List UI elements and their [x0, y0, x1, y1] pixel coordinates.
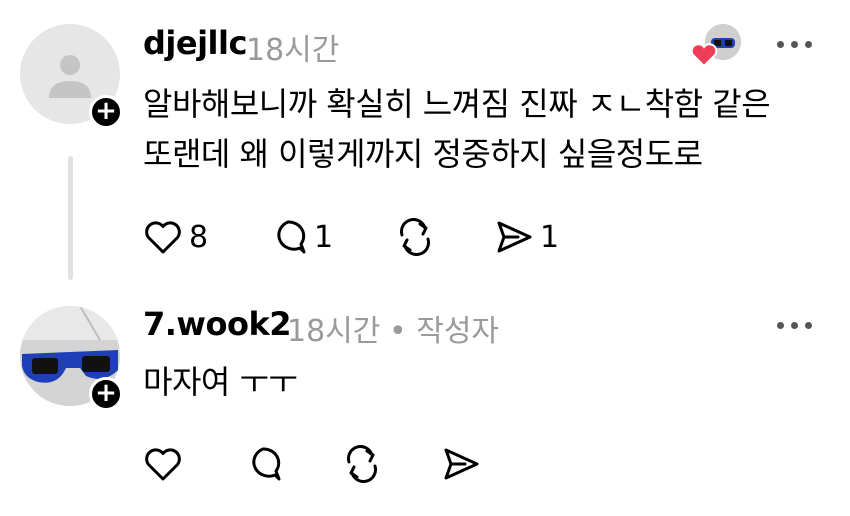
- send-arrow-icon: [497, 221, 532, 253]
- thread-post-2: + 7.wook2 18시간 • 작성자 마자여 ㅜㅜ: [0, 290, 850, 516]
- heart-outline-icon: [145, 221, 181, 254]
- author-tag: • 작성자: [389, 314, 500, 349]
- heart-outline-icon: [145, 448, 181, 481]
- share-count: 1: [540, 219, 560, 255]
- reply-button[interactable]: 1: [268, 218, 333, 256]
- repost-button[interactable]: [395, 218, 435, 256]
- post-text-line-1: 알바해보니까 확실히 느껴짐 진짜 ㅈㄴ착함 같은: [143, 85, 771, 123]
- username[interactable]: djejllc: [143, 24, 247, 62]
- speech-bubble-icon: [252, 447, 281, 481]
- timestamp: 18시간: [287, 314, 381, 349]
- post-text-line-1: 마자여 ㅜㅜ: [143, 363, 298, 401]
- more-dots-icon[interactable]: [777, 41, 812, 48]
- like-button[interactable]: 8: [143, 218, 208, 256]
- username[interactable]: 7.wook2: [143, 305, 292, 343]
- more-dots-icon[interactable]: [777, 322, 812, 329]
- reply-button[interactable]: [243, 445, 283, 483]
- follow-plus-icon[interactable]: +: [89, 377, 123, 411]
- timestamp: 18시간: [246, 33, 340, 68]
- repost-button[interactable]: [342, 445, 382, 483]
- share-button[interactable]: [441, 445, 481, 483]
- thread-post-1: + djejllc 18시간 알바해보니까 확실히 느껴짐 진짜 ㅈㄴ착함 같은…: [0, 0, 850, 290]
- follow-plus-icon[interactable]: +: [89, 95, 123, 129]
- like-count: 8: [189, 219, 209, 255]
- heart-badge-icon: [690, 42, 718, 72]
- share-button[interactable]: 1: [494, 218, 559, 256]
- like-button[interactable]: [143, 445, 183, 483]
- send-arrow-icon: [444, 448, 479, 480]
- repost-arrows-icon: [347, 445, 377, 483]
- speech-bubble-icon: [277, 220, 306, 254]
- repost-arrows-icon: [400, 218, 430, 256]
- post-text-line-2: 또랜데 왜 이렇게까지 정중하지 싶을정도로: [143, 135, 703, 173]
- reply-count: 1: [314, 219, 334, 255]
- thread-line: [68, 156, 73, 280]
